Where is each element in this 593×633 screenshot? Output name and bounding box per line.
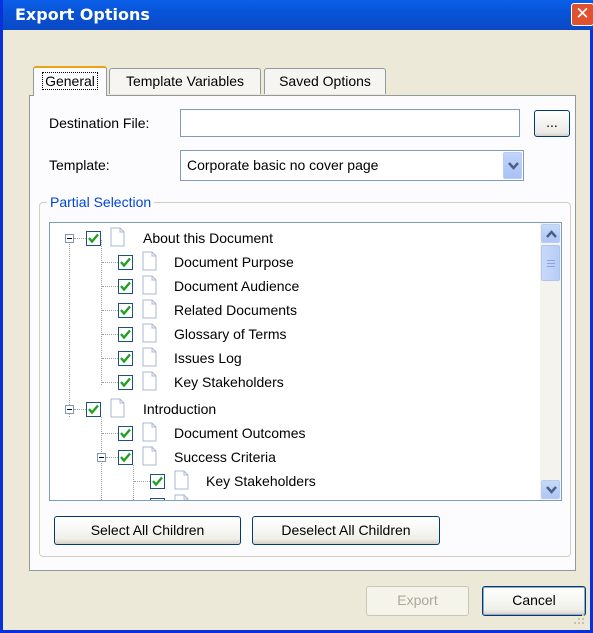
tree-item-label: Document Outcomes xyxy=(174,425,306,441)
document-icon xyxy=(174,470,189,490)
title-bar[interactable]: Export Options ✕ xyxy=(3,0,593,30)
tree-connector xyxy=(102,382,118,383)
tree-connector xyxy=(133,465,134,500)
tree-checkbox[interactable] xyxy=(118,351,133,366)
checkmark-icon xyxy=(120,428,131,439)
browse-button[interactable]: ... xyxy=(534,110,570,137)
collapse-icon[interactable] xyxy=(65,405,74,414)
tab-general[interactable]: General xyxy=(33,66,107,96)
tree-checkbox[interactable] xyxy=(150,498,165,501)
tree-item-label: Document Purpose xyxy=(174,254,294,270)
tree-connector xyxy=(74,409,86,410)
thumb-grip xyxy=(547,260,555,261)
tab-saved-options[interactable]: Saved Options xyxy=(264,68,386,94)
tree-item-label: Key Stakeholders xyxy=(206,473,316,489)
deselect-all-children-button[interactable]: Deselect All Children xyxy=(252,516,440,545)
template-label: Template: xyxy=(49,157,110,173)
checkmark-icon xyxy=(120,329,131,340)
cancel-button[interactable]: Cancel xyxy=(482,586,586,616)
checkmark-icon xyxy=(120,257,131,268)
document-icon xyxy=(142,446,157,466)
tree-checkbox[interactable] xyxy=(118,303,133,318)
tree-item-label: Introduction xyxy=(143,401,217,417)
chevron-up-icon xyxy=(546,230,557,238)
tree-connector xyxy=(102,286,118,287)
tree-connector xyxy=(102,262,118,263)
template-select[interactable]: Corporate basic no cover page xyxy=(180,150,524,181)
document-icon xyxy=(142,347,157,367)
export-button[interactable]: Export xyxy=(366,586,469,616)
resize-grip-icon[interactable] xyxy=(573,613,585,625)
tab-template-variables[interactable]: Template Variables xyxy=(109,68,261,94)
thumb-grip xyxy=(547,266,555,267)
select-all-children-button[interactable]: Select All Children xyxy=(54,516,241,545)
document-icon xyxy=(142,251,157,271)
document-icon xyxy=(110,227,125,247)
tree-connector xyxy=(102,358,118,359)
scroll-up-button[interactable] xyxy=(541,224,560,243)
close-icon: ✕ xyxy=(575,4,590,24)
scroll-thumb[interactable] xyxy=(541,245,560,281)
tree-scrollbar[interactable] xyxy=(540,223,561,500)
tree-item-label: Related Documents xyxy=(174,302,297,318)
tree-checkbox[interactable] xyxy=(86,231,101,246)
close-button[interactable]: ✕ xyxy=(571,3,593,26)
document-tree[interactable]: About this Document Document Purpose Doc… xyxy=(49,222,562,501)
checkmark-icon xyxy=(120,281,131,292)
document-icon xyxy=(142,323,157,343)
tab-saved-options-label: Saved Options xyxy=(279,73,371,89)
checkmark-icon xyxy=(88,404,99,415)
tree-item-label: Key Stakeholders xyxy=(174,374,284,390)
tab-template-variables-label: Template Variables xyxy=(125,73,245,89)
chevron-down-icon xyxy=(546,486,557,494)
template-dropdown-button[interactable] xyxy=(503,152,522,179)
checkmark-icon xyxy=(120,305,131,316)
checkmark-icon xyxy=(120,353,131,364)
window-title: Export Options xyxy=(15,5,150,24)
collapse-icon[interactable] xyxy=(97,453,106,462)
checkmark-icon xyxy=(152,500,163,501)
scroll-down-button[interactable] xyxy=(541,480,560,499)
tree-checkbox[interactable] xyxy=(118,327,133,342)
tree-item-label: Glossary of Terms xyxy=(174,326,287,342)
tree-item-label: Issues Log xyxy=(174,350,242,366)
checkmark-icon xyxy=(88,233,99,244)
document-icon xyxy=(142,299,157,319)
tree-checkbox[interactable] xyxy=(118,279,133,294)
tree-connector xyxy=(102,334,118,335)
tab-general-label: General xyxy=(42,72,98,90)
tree-checkbox[interactable] xyxy=(118,426,133,441)
tree-connector xyxy=(74,238,86,239)
tree-connector xyxy=(106,457,118,458)
destination-file-input[interactable] xyxy=(180,109,520,137)
tree-checkbox[interactable] xyxy=(118,450,133,465)
thumb-grip xyxy=(547,263,555,264)
chevron-down-icon xyxy=(508,162,519,170)
tree-checkbox[interactable] xyxy=(150,474,165,489)
document-icon xyxy=(142,371,157,391)
tree-checkbox[interactable] xyxy=(118,375,133,390)
tree-item-label: Document Audience xyxy=(174,278,300,294)
tree-connector xyxy=(102,433,118,434)
tree-checkbox[interactable] xyxy=(86,402,101,417)
template-select-value: Corporate basic no cover page xyxy=(187,157,379,173)
tree-connector xyxy=(69,240,70,417)
tree-connector xyxy=(102,310,118,311)
document-icon xyxy=(142,422,157,442)
destination-file-label: Destination File: xyxy=(49,115,150,131)
partial-selection-title: Partial Selection xyxy=(47,194,155,210)
document-icon xyxy=(110,398,125,418)
collapse-icon[interactable] xyxy=(65,234,74,243)
document-icon xyxy=(142,275,157,295)
checkmark-icon xyxy=(152,476,163,487)
tree-item-label: About this Document xyxy=(143,230,273,246)
tree-checkbox[interactable] xyxy=(118,255,133,270)
checkmark-icon xyxy=(120,377,131,388)
document-icon xyxy=(174,494,189,500)
checkmark-icon xyxy=(120,452,131,463)
export-options-dialog: Export Options ✕ General Template Variab… xyxy=(0,0,593,633)
tree-item-label: Success Criteria xyxy=(174,449,276,465)
tree-connector xyxy=(134,481,150,482)
